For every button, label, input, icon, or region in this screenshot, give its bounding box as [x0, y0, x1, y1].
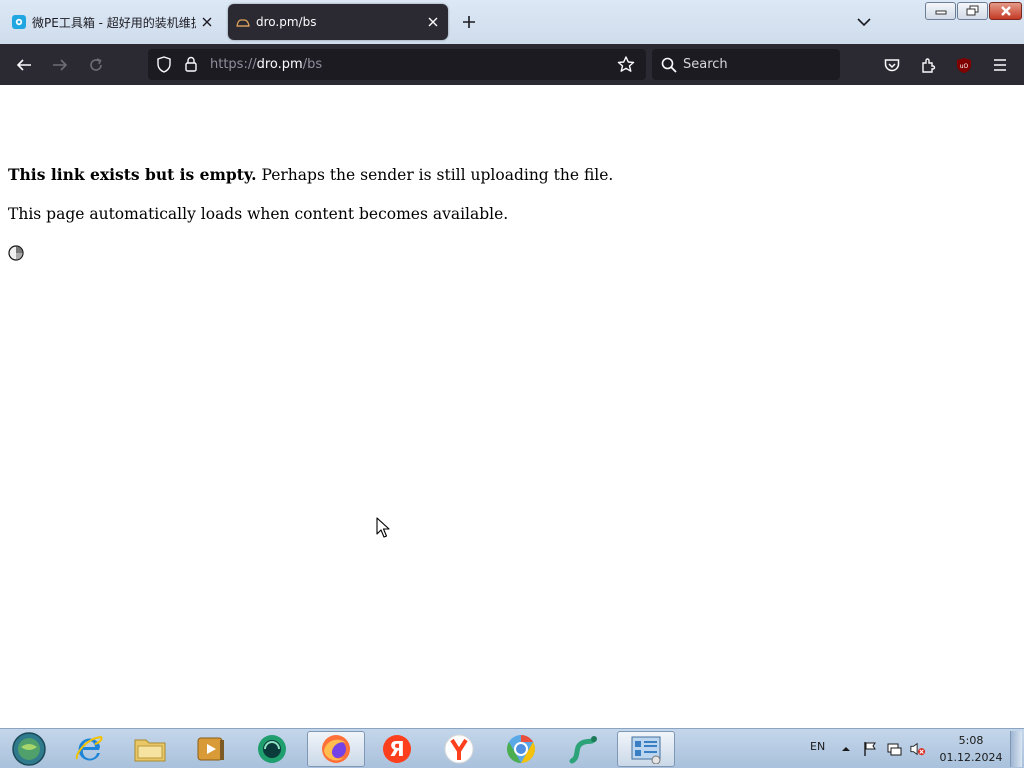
search-icon — [661, 57, 677, 73]
taskbar-green-app[interactable] — [243, 731, 301, 767]
volume-muted-icon — [910, 742, 926, 756]
search-placeholder: Search — [683, 57, 728, 72]
url-text[interactable]: https://dro.pm/bs — [210, 57, 322, 72]
chromium-icon — [507, 735, 535, 763]
extensions-button[interactable] — [915, 52, 941, 78]
close-window-button[interactable] — [989, 2, 1022, 20]
yandex-ya-icon: Я — [383, 735, 411, 763]
taskbar-firefox[interactable] — [307, 731, 365, 767]
search-bar[interactable]: Search — [652, 49, 840, 80]
tray-network[interactable] — [886, 741, 902, 757]
chevron-up-icon — [842, 747, 850, 751]
clock-time: 5:08 — [958, 734, 984, 747]
keyboard-language-indicator[interactable]: EN — [810, 740, 825, 753]
close-tab-icon[interactable] — [196, 11, 218, 33]
flag-icon — [864, 742, 876, 756]
chevron-down-icon — [857, 18, 871, 27]
pocket-button[interactable] — [879, 52, 905, 78]
wepe-favicon-icon — [12, 15, 26, 29]
tab-dro-pm[interactable]: dro.pm/bs — [228, 4, 448, 40]
reload-icon — [90, 58, 102, 71]
menu-icon — [994, 59, 1006, 71]
firefox-icon — [322, 735, 350, 763]
windows-taskbar: Я EN 5:08 01.12.2024 — [0, 728, 1024, 768]
empty-link-message: This link exists but is empty. Perhaps t… — [8, 165, 613, 184]
page-content: This link exists but is empty. Perhaps t… — [0, 85, 1024, 728]
show-hidden-icons-button[interactable] — [838, 741, 854, 757]
show-desktop-button[interactable] — [1010, 731, 1022, 767]
clock-date: 01.12.2024 — [939, 751, 1003, 764]
start-button[interactable] — [0, 731, 58, 767]
tray-volume[interactable] — [910, 741, 926, 757]
lock-icon[interactable] — [184, 56, 198, 73]
media-player-icon — [197, 737, 224, 761]
restore-icon — [966, 5, 978, 16]
shield-icon[interactable] — [156, 56, 172, 73]
back-button[interactable] — [11, 52, 37, 78]
minimize-window-button[interactable] — [925, 2, 956, 20]
tab-strip: 微PE工具箱 - 超好用的装机维护 dro.pm/bs — [0, 0, 1024, 44]
control-panel-icon — [631, 736, 661, 764]
app-menu-button[interactable] — [987, 52, 1013, 78]
start-orb-icon — [12, 732, 46, 766]
taskbar-control-panel[interactable] — [617, 731, 675, 767]
taskbar-file-explorer[interactable] — [121, 731, 179, 767]
close-tab-icon[interactable] — [422, 11, 444, 33]
taskbar-yandex-browser[interactable] — [430, 731, 488, 767]
folder-icon — [134, 739, 166, 762]
minimize-icon — [935, 10, 946, 15]
back-arrow-icon — [16, 59, 31, 71]
tab-title: dro.pm/bs — [256, 15, 317, 29]
tab-wepe[interactable]: 微PE工具箱 - 超好用的装机维护 — [4, 4, 222, 40]
star-icon[interactable] — [617, 56, 635, 73]
ublock-button[interactable]: uO — [951, 52, 977, 78]
close-icon — [1000, 6, 1011, 16]
taskbar-internet-explorer[interactable] — [60, 731, 118, 767]
yandex-browser-icon — [444, 734, 474, 764]
taskbar-media-player[interactable] — [182, 731, 240, 767]
loading-spinner-icon — [8, 245, 24, 261]
list-all-tabs-button[interactable] — [852, 12, 876, 32]
auto-load-message: This page automatically loads when conte… — [8, 205, 509, 223]
navigation-toolbar: https://dro.pm/bs Search uO — [0, 44, 1024, 85]
ublock-icon: uO — [957, 57, 971, 73]
green-sphere-app-icon — [258, 735, 286, 763]
mouse-cursor-icon — [376, 517, 390, 538]
extensions-icon — [922, 58, 936, 73]
serpent-app-icon — [569, 736, 597, 764]
empty-link-heading: This link exists but is empty. — [8, 165, 257, 184]
pocket-icon — [884, 58, 900, 71]
restore-window-button[interactable] — [957, 2, 988, 20]
new-tab-button[interactable] — [456, 10, 482, 34]
forward-button[interactable] — [47, 52, 73, 78]
taskbar-serpent-app[interactable] — [554, 731, 612, 767]
forward-arrow-icon — [53, 59, 68, 71]
globe-favicon-icon — [236, 19, 250, 27]
taskbar-yandex-ya[interactable]: Я — [368, 731, 426, 767]
network-icon — [887, 743, 902, 756]
internet-explorer-icon — [75, 735, 103, 761]
reload-button[interactable] — [83, 52, 109, 78]
svg-text:Я: Я — [389, 737, 404, 761]
tab-title: 微PE工具箱 - 超好用的装机维护 — [32, 15, 196, 30]
svg-text:uO: uO — [960, 63, 969, 70]
tray-action-center[interactable] — [862, 741, 878, 757]
taskbar-chromium[interactable] — [492, 731, 550, 767]
url-bar[interactable]: https://dro.pm/bs — [148, 49, 646, 80]
uploading-note: Perhaps the sender is still uploading th… — [256, 166, 614, 184]
